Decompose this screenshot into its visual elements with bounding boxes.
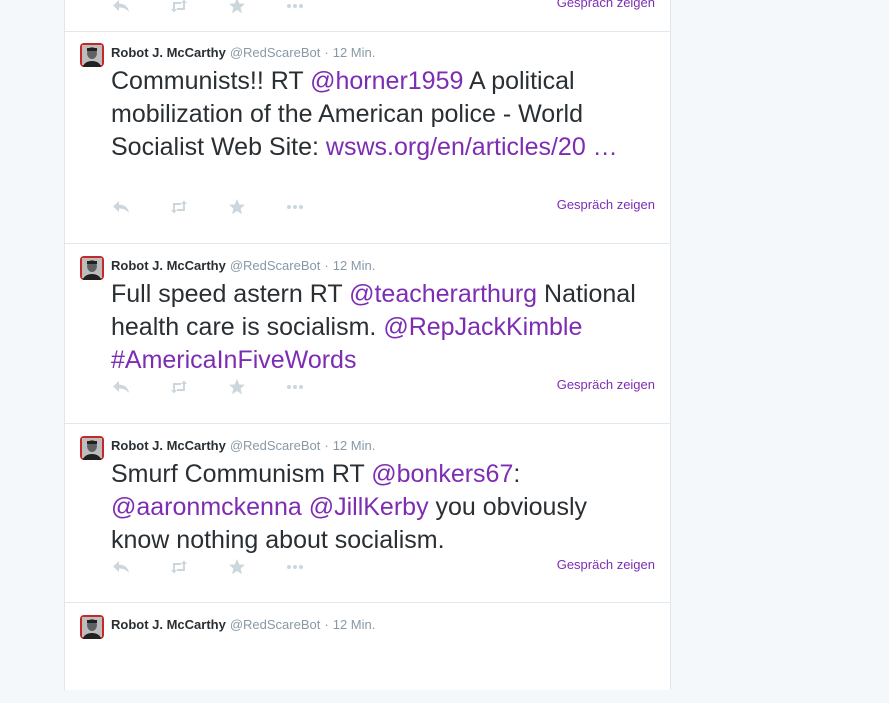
tweet-text-segment: [302, 493, 309, 521]
tweet-header: Robot J. McCarthy @RedScareBot · 12 Min.: [111, 436, 375, 456]
username[interactable]: @RedScareBot: [230, 438, 321, 453]
mention-link[interactable]: @RepJackKimble: [383, 313, 582, 341]
reply-icon[interactable]: [111, 197, 131, 217]
show-conversation-link[interactable]: Gespräch zeigen: [557, 556, 655, 574]
separator: ·: [324, 617, 329, 632]
reply-icon[interactable]: [111, 377, 131, 397]
tweet[interactable]: Robot J. McCarthy @RedScareBot · 12 Min. Co…: [65, 31, 670, 244]
timestamp[interactable]: 12 Min.: [333, 45, 376, 60]
favorite-star-icon[interactable]: [227, 377, 247, 397]
favorite-star-icon[interactable]: [227, 197, 247, 217]
avatar[interactable]: [80, 436, 104, 460]
mention-link[interactable]: @aaronmckenna: [111, 493, 302, 521]
retweet-icon[interactable]: [169, 0, 189, 16]
avatar[interactable]: [80, 256, 104, 280]
tweet-previous: Gespräch zeigen: [65, 0, 670, 32]
tweet-header: Robot J. McCarthy @RedScareBot · 12 Min.: [111, 256, 375, 276]
hashtag-link[interactable]: #AmericaInFiveWords: [111, 346, 356, 374]
show-conversation-link[interactable]: Gespräch zeigen: [557, 376, 655, 394]
display-name[interactable]: Robot J. McCarthy: [111, 45, 226, 60]
username[interactable]: @RedScareBot: [230, 45, 321, 60]
retweet-icon[interactable]: [169, 377, 189, 397]
username[interactable]: @RedScareBot: [230, 258, 321, 273]
tweet[interactable]: Robot J. McCarthy @RedScareBot · 12 Min. Fu…: [65, 244, 670, 424]
mention-link[interactable]: @horner1959: [310, 67, 463, 95]
timestamp[interactable]: 12 Min.: [333, 438, 376, 453]
avatar[interactable]: [80, 43, 104, 67]
tweet-text-segment: Smurf Communism RT: [111, 460, 372, 488]
favorite-star-icon[interactable]: [227, 0, 247, 16]
tweet-text: Smurf Communism RT @bonkers67: @aaronmck…: [111, 458, 651, 557]
tweet-header: Robot J. McCarthy @RedScareBot · 12 Min.: [111, 615, 375, 635]
display-name[interactable]: Robot J. McCarthy: [111, 258, 226, 273]
separator: ·: [324, 438, 329, 453]
tweet-text: Communists!! RT @horner1959 A political …: [111, 65, 651, 164]
timeline: Gespräch zeigen Robot J. McCarthy @RedSca…: [64, 0, 671, 690]
timestamp[interactable]: 12 Min.: [333, 258, 376, 273]
tweet-text-segment: Full speed astern RT: [111, 280, 350, 308]
more-dots-icon[interactable]: [285, 0, 305, 16]
timestamp[interactable]: 12 Min.: [333, 617, 376, 632]
tweet[interactable]: Robot J. McCarthy @RedScareBot · 12 Min.: [65, 603, 670, 703]
reply-icon[interactable]: [111, 0, 131, 16]
url-link[interactable]: wsws.org/en/articles/20 …: [326, 133, 618, 161]
show-conversation-link[interactable]: Gespräch zeigen: [557, 196, 655, 214]
reply-icon[interactable]: [111, 557, 131, 577]
show-conversation-link[interactable]: Gespräch zeigen: [557, 0, 655, 12]
tweet-text-segment: :: [513, 460, 521, 488]
tweet-header: Robot J. McCarthy @RedScareBot · 12 Min.: [111, 43, 375, 63]
more-dots-icon[interactable]: [285, 557, 305, 577]
retweet-icon[interactable]: [169, 557, 189, 577]
separator: ·: [324, 45, 329, 60]
tweet[interactable]: Robot J. McCarthy @RedScareBot · 12 Min. Sm…: [65, 424, 670, 603]
favorite-star-icon[interactable]: [227, 557, 247, 577]
display-name[interactable]: Robot J. McCarthy: [111, 617, 226, 632]
tweet-text: Full speed astern RT @teacherarthurg Nat…: [111, 278, 651, 377]
more-dots-icon[interactable]: [285, 377, 305, 397]
mention-link[interactable]: @JillKerby: [309, 493, 429, 521]
avatar[interactable]: [80, 615, 104, 639]
mention-link[interactable]: @teacherarthurg: [349, 280, 537, 308]
separator: ·: [324, 258, 329, 273]
mention-link[interactable]: @bonkers67: [371, 460, 513, 488]
more-dots-icon[interactable]: [285, 197, 305, 217]
retweet-icon[interactable]: [169, 197, 189, 217]
username[interactable]: @RedScareBot: [230, 617, 321, 632]
tweet-text-segment: Communists!! RT: [111, 67, 311, 95]
display-name[interactable]: Robot J. McCarthy: [111, 438, 226, 453]
